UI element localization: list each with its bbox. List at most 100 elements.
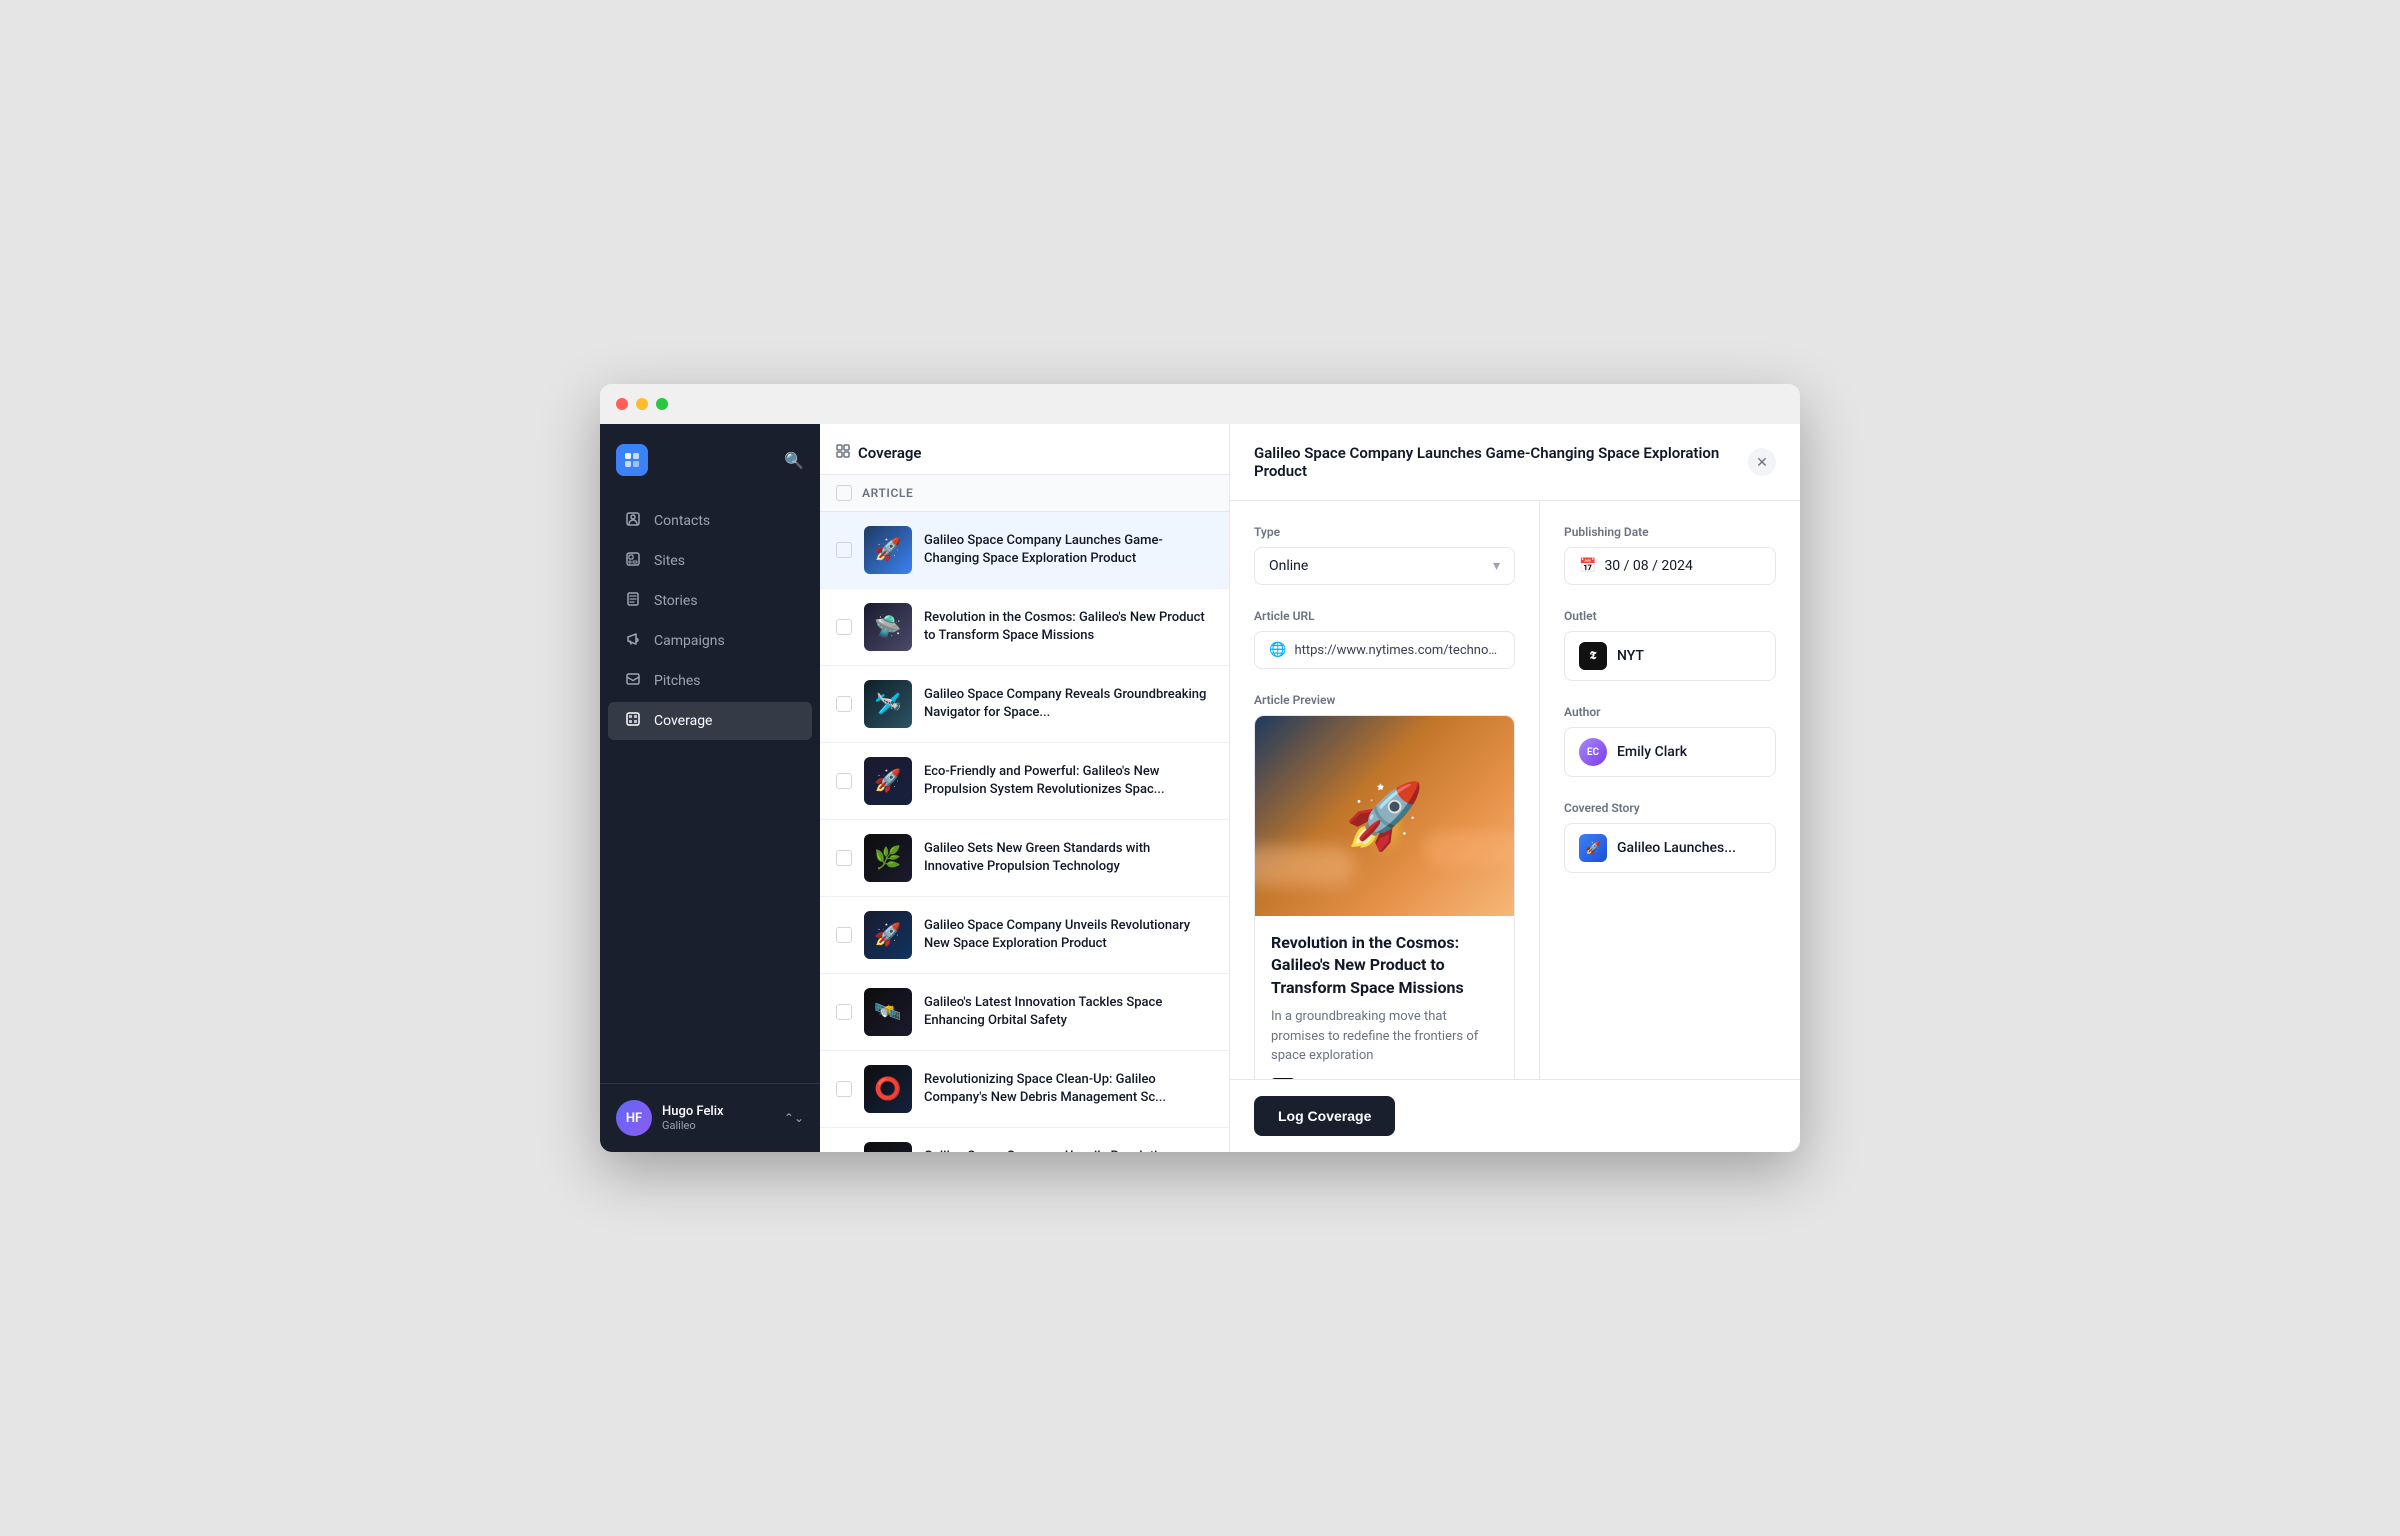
user-name: Hugo Felix <box>662 1104 774 1119</box>
item-text: Galileo's Latest Innovation Tackles Spac… <box>924 994 1213 1030</box>
sidebar-item-stories[interactable]: Stories <box>608 582 812 620</box>
list-item[interactable]: 🌿 Galileo Sets New Green Standards with … <box>820 820 1229 897</box>
rocket-image: 🚀 <box>1345 779 1425 854</box>
detail-body: Type Online ▾ Article URL 🌐 https://www.… <box>1230 501 1800 1079</box>
log-coverage-button[interactable]: Log Coverage <box>1254 1096 1395 1136</box>
list-item[interactable]: 🛩️ Galileo Space Company Reveals Groundb… <box>820 666 1229 743</box>
story-value: Galileo Launches... <box>1617 840 1736 856</box>
author-field: Author EC Emily Clark <box>1564 705 1776 777</box>
item-text: Revolution in the Cosmos: Galileo's New … <box>924 609 1213 645</box>
user-avatar: HF <box>616 1100 652 1136</box>
list-panel-title: Coverage <box>858 444 921 462</box>
article-preview-section: Article Preview 🚀 Revolution in the Cosm… <box>1254 693 1515 1079</box>
detail-title: Galileo Space Company Launches Game-Chan… <box>1254 444 1732 480</box>
sites-label: Sites <box>654 553 685 569</box>
outlet-field: Outlet 𝕿 NYT <box>1564 609 1776 681</box>
type-label: Type <box>1254 525 1515 539</box>
item-checkbox[interactable] <box>836 696 852 712</box>
type-field: Type Online ▾ <box>1254 525 1515 585</box>
sidebar-footer: HF Hugo Felix Galileo ⌃⌄ <box>600 1083 820 1152</box>
story-icon: 🚀 <box>1579 834 1607 862</box>
calendar-icon: 📅 <box>1579 558 1596 574</box>
item-checkbox[interactable] <box>836 1004 852 1020</box>
item-title: Revolution in the Cosmos: Galileo's New … <box>924 609 1213 645</box>
app-body: 🔍 Contacts Sites <box>600 424 1800 1152</box>
campaigns-icon <box>624 632 642 650</box>
item-checkbox[interactable] <box>836 850 852 866</box>
publishing-date-field: Publishing Date 📅 30 / 08 / 2024 <box>1564 525 1776 585</box>
list-column-header: Article <box>820 475 1229 512</box>
minimize-window-btn[interactable] <box>636 398 648 410</box>
type-value: Online <box>1269 558 1308 574</box>
list-item[interactable]: ⭕ Revolutionizing Space Clean-Up: Galile… <box>820 1051 1229 1128</box>
item-checkbox[interactable] <box>836 619 852 635</box>
stories-label: Stories <box>654 593 698 609</box>
item-thumbnail: ⭕ <box>864 1065 912 1113</box>
sidebar-item-coverage[interactable]: Coverage <box>608 702 812 740</box>
stories-icon <box>624 592 642 610</box>
app-window: 🔍 Contacts Sites <box>600 384 1800 1152</box>
sidebar: 🔍 Contacts Sites <box>600 424 820 1152</box>
sidebar-item-campaigns[interactable]: Campaigns <box>608 622 812 660</box>
preview-label: Article Preview <box>1254 693 1515 707</box>
detail-main: Type Online ▾ Article URL 🌐 https://www.… <box>1230 501 1540 1079</box>
item-checkbox[interactable] <box>836 542 852 558</box>
item-thumbnail: 🌿 <box>864 834 912 882</box>
select-all-checkbox[interactable] <box>836 485 852 501</box>
url-input[interactable]: 🌐 https://www.nytimes.com/technology/Rev… <box>1254 631 1515 669</box>
item-title: Galileo Sets New Green Standards with In… <box>924 840 1213 876</box>
sidebar-item-pitches[interactable]: Pitches <box>608 662 812 700</box>
date-picker[interactable]: 📅 30 / 08 / 2024 <box>1564 547 1776 585</box>
sidebar-item-sites[interactable]: Sites <box>608 542 812 580</box>
close-window-btn[interactable] <box>616 398 628 410</box>
list-items: 🚀 Galileo Space Company Launches Game-Ch… <box>820 512 1229 1152</box>
item-title: Galileo Space Company Reveals Groundbrea… <box>924 686 1213 722</box>
detail-panel: Galileo Space Company Launches Game-Chan… <box>1230 424 1800 1152</box>
item-thumbnail: 🚀 <box>864 526 912 574</box>
author-avatar: EC <box>1579 738 1607 766</box>
list-item[interactable]: 🚀 Eco-Friendly and Powerful: Galileo's N… <box>820 743 1229 820</box>
coverage-label: Coverage <box>654 713 712 729</box>
list-item[interactable]: 🛰️ Galileo's Latest Innovation Tackles S… <box>820 974 1229 1051</box>
sidebar-item-contacts[interactable]: Contacts <box>608 502 812 540</box>
story-label: Covered Story <box>1564 801 1776 815</box>
sites-icon <box>624 552 642 570</box>
outlet-selector[interactable]: 𝕿 NYT <box>1564 631 1776 681</box>
item-title: Revolutionizing Space Clean-Up: Galileo … <box>924 1071 1213 1107</box>
item-checkbox[interactable] <box>836 927 852 943</box>
author-selector[interactable]: EC Emily Clark <box>1564 727 1776 777</box>
item-title: Galileo Space Company Launches Game-Chan… <box>924 532 1213 568</box>
list-item[interactable]: 🛸 Revolution in the Cosmos: Galileo's Ne… <box>820 589 1229 666</box>
preview-article-title: Revolution in the Cosmos: Galileo's New … <box>1271 932 1498 999</box>
item-thumbnail: 🚀 <box>864 757 912 805</box>
campaigns-label: Campaigns <box>654 633 725 649</box>
sidebar-nav: Contacts Sites Stories <box>600 492 820 1083</box>
list-item[interactable]: 🚀 Galileo Space Company Unveils Revoluti… <box>820 1128 1229 1152</box>
list-panel: Coverage Article 🚀 Galileo Space Company… <box>820 424 1230 1152</box>
author-label: Author <box>1564 705 1776 719</box>
story-selector[interactable]: 🚀 Galileo Launches... <box>1564 823 1776 873</box>
close-detail-button[interactable]: ✕ <box>1748 448 1776 476</box>
coverage-icon <box>624 712 642 730</box>
item-title: Galileo's Latest Innovation Tackles Spac… <box>924 994 1213 1030</box>
list-item[interactable]: 🚀 Galileo Space Company Launches Game-Ch… <box>820 512 1229 589</box>
item-thumbnail: 🚀 <box>864 1142 912 1152</box>
preview-image: 🚀 <box>1255 716 1514 916</box>
story-field: Covered Story 🚀 Galileo Launches... <box>1564 801 1776 873</box>
item-text: Galileo Space Company Unveils Revolution… <box>924 917 1213 953</box>
maximize-window-btn[interactable] <box>656 398 668 410</box>
item-title: Galileo Space Company Unveils Revolution… <box>924 1148 1213 1152</box>
type-select[interactable]: Online ▾ <box>1254 547 1515 585</box>
item-title: Galileo Space Company Unveils Revolution… <box>924 917 1213 953</box>
list-header: Coverage <box>820 424 1229 475</box>
item-text: Galileo Space Company Launches Game-Chan… <box>924 532 1213 568</box>
list-item[interactable]: 🚀 Galileo Space Company Unveils Revoluti… <box>820 897 1229 974</box>
chevron-up-down-icon[interactable]: ⌃⌄ <box>784 1111 804 1125</box>
item-checkbox[interactable] <box>836 1081 852 1097</box>
item-checkbox[interactable] <box>836 773 852 789</box>
outlet-label: Outlet <box>1564 609 1776 623</box>
search-icon[interactable]: 🔍 <box>784 451 804 470</box>
author-value: Emily Clark <box>1617 744 1687 760</box>
item-title: Eco-Friendly and Powerful: Galileo's New… <box>924 763 1213 799</box>
pitches-label: Pitches <box>654 673 701 689</box>
